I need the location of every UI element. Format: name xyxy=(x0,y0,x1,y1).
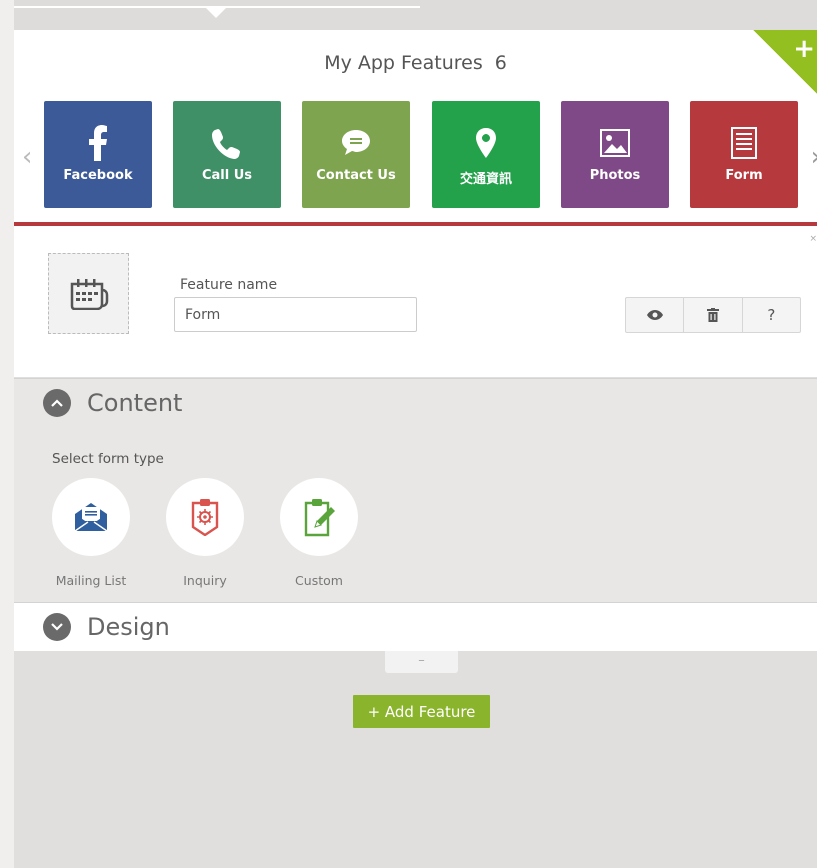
form-type-label: Custom xyxy=(295,573,343,588)
eye-icon xyxy=(646,310,663,320)
clipboard-pencil-icon xyxy=(304,499,335,537)
feature-tile-contact-us[interactable]: Contact Us xyxy=(302,101,410,208)
content-section-body: Select form type Mailing List Inquiry Cu… xyxy=(14,426,817,602)
form-type-label: Inquiry xyxy=(183,573,227,588)
feature-tile-label: Call Us xyxy=(201,168,253,183)
form-type-circle[interactable] xyxy=(166,478,244,556)
trash-icon xyxy=(706,308,719,322)
features-count: 6 xyxy=(494,52,507,74)
feature-actions: ? xyxy=(625,297,801,333)
feature-name-label: Feature name xyxy=(180,277,278,293)
feature-tile-photos[interactable]: Photos xyxy=(561,101,669,208)
content-section-header[interactable]: Content xyxy=(14,378,817,427)
form-icon xyxy=(690,125,798,161)
feature-icon-picker[interactable] xyxy=(48,253,129,334)
chevron-down-icon[interactable] xyxy=(43,613,71,641)
add-corner-button[interactable]: + xyxy=(753,30,817,94)
feature-tile-label: Photos xyxy=(589,168,641,183)
image-icon xyxy=(561,125,669,161)
design-section-header[interactable]: Design xyxy=(14,602,817,651)
feature-tile-facebook[interactable]: Facebook xyxy=(44,101,152,208)
design-section-title: Design xyxy=(87,613,170,641)
close-icon[interactable]: × xyxy=(809,234,817,244)
chevron-right-icon[interactable]: › xyxy=(811,142,817,172)
top-caret xyxy=(205,7,227,18)
envelope-icon xyxy=(74,503,108,532)
feature-tile-label: Form xyxy=(725,168,763,183)
map-pin-icon xyxy=(432,125,540,161)
feature-detail-panel: × Feature name ? xyxy=(14,226,817,377)
select-form-type-label: Select form type xyxy=(52,451,164,467)
feature-tile-call-us[interactable]: Call Us xyxy=(173,101,281,208)
chat-bubble-icon xyxy=(302,125,410,161)
features-panel: My App Features6 + ‹ › Facebook Call Us … xyxy=(14,30,817,226)
delete-button[interactable] xyxy=(683,298,741,332)
features-title: My App Features 6 xyxy=(14,52,817,74)
feature-tile-form[interactable]: Form xyxy=(690,101,798,226)
form-type-custom[interactable]: Custom xyxy=(280,478,358,588)
feature-tile-label: 交通資訊 xyxy=(459,172,512,187)
form-type-circle[interactable] xyxy=(280,478,358,556)
calendar-icon xyxy=(70,278,108,310)
phone-icon xyxy=(173,125,281,161)
facebook-icon xyxy=(44,125,152,161)
preview-button[interactable] xyxy=(626,298,683,332)
feature-name-input[interactable] xyxy=(174,297,417,332)
collapse-tab[interactable]: – xyxy=(385,651,458,673)
form-type-label: Mailing List xyxy=(55,573,127,588)
chevron-left-icon[interactable]: ‹ xyxy=(22,142,32,172)
chevron-up-icon[interactable] xyxy=(43,388,71,417)
content-section-title: Content xyxy=(87,388,183,417)
features-title-text: My App Features xyxy=(324,52,483,74)
feature-tile-label: Contact Us xyxy=(316,168,396,183)
form-type-mailing-list[interactable]: Mailing List xyxy=(52,478,130,588)
feature-tile-transport-info[interactable]: 交通資訊 xyxy=(432,101,540,208)
feature-tile-label: Facebook xyxy=(63,168,133,183)
top-strip xyxy=(14,0,817,30)
question-icon: ? xyxy=(767,306,776,324)
form-type-circle[interactable] xyxy=(52,478,130,556)
form-type-inquiry[interactable]: Inquiry xyxy=(166,478,244,588)
plus-icon: + xyxy=(793,34,815,64)
clipboard-badge-icon xyxy=(191,499,219,536)
add-feature-button[interactable]: + Add Feature xyxy=(353,695,490,728)
help-button[interactable]: ? xyxy=(741,298,800,332)
